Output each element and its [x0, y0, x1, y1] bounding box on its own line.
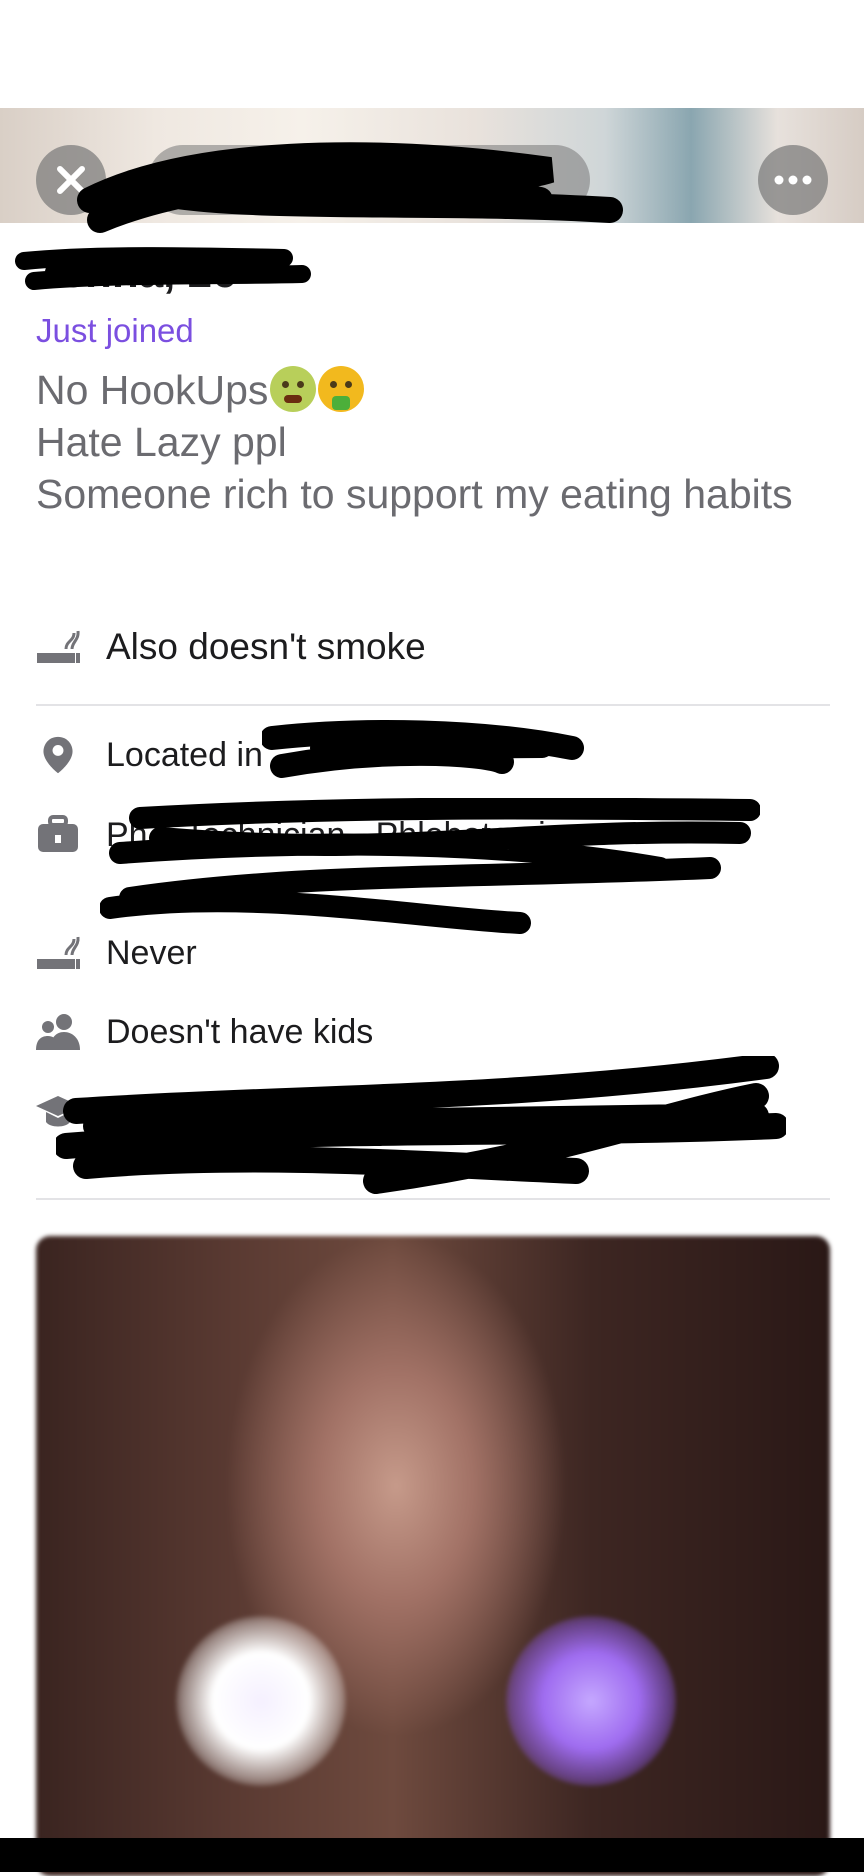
vomiting-face-icon — [318, 366, 365, 412]
divider — [36, 1198, 830, 1200]
join-status: Just joined — [36, 312, 194, 349]
people-icon — [36, 1014, 80, 1050]
kids-text: Doesn't have kids — [106, 1013, 374, 1051]
divider — [36, 704, 830, 706]
system-bottom-bar — [0, 1838, 864, 1872]
profile-bio: No HookUps Hate Lazy ppl Someone rich to… — [36, 364, 826, 520]
bio-line: Someone rich to support my eating habits — [36, 471, 793, 517]
smoking-text: Never — [106, 934, 197, 972]
more-icon — [774, 175, 812, 185]
detail-location: Located in — [36, 735, 830, 775]
profile-name-age: Jenna, 26 — [36, 248, 237, 297]
profile-header-pill — [148, 145, 590, 215]
detail-kids: Doesn't have kids — [36, 1012, 830, 1052]
no-smoking-icon — [37, 630, 80, 663]
bio-line: No HookUps — [36, 364, 826, 416]
profile-photo-blurred[interactable] — [36, 1236, 830, 1876]
close-button[interactable] — [36, 145, 106, 215]
status-bar-area — [0, 0, 864, 108]
detail-work: Ph... Technician - Phlebotomi... — [36, 815, 830, 855]
highlight-text: Also doesn't smoke — [106, 626, 426, 667]
work-text: Ph... Technician - Phlebotomi... — [106, 816, 575, 854]
location-text: Located in — [106, 736, 263, 774]
no-smoking-icon — [37, 936, 80, 969]
detail-education: ... — [36, 1092, 830, 1132]
shared-smoking-highlight: Also doesn't smoke — [36, 627, 830, 667]
more-options-button[interactable] — [758, 145, 828, 215]
sick-face-icon — [270, 366, 317, 412]
close-icon — [57, 166, 85, 194]
pass-button[interactable] — [176, 1616, 346, 1786]
education-text: ... — [106, 1093, 135, 1131]
detail-smoking: Never — [36, 933, 830, 973]
briefcase-icon — [38, 815, 78, 852]
graduation-cap-icon — [36, 1096, 80, 1127]
location-pin-icon — [43, 736, 73, 774]
bio-line: Hate Lazy ppl — [36, 419, 287, 465]
like-button[interactable] — [506, 1616, 676, 1786]
